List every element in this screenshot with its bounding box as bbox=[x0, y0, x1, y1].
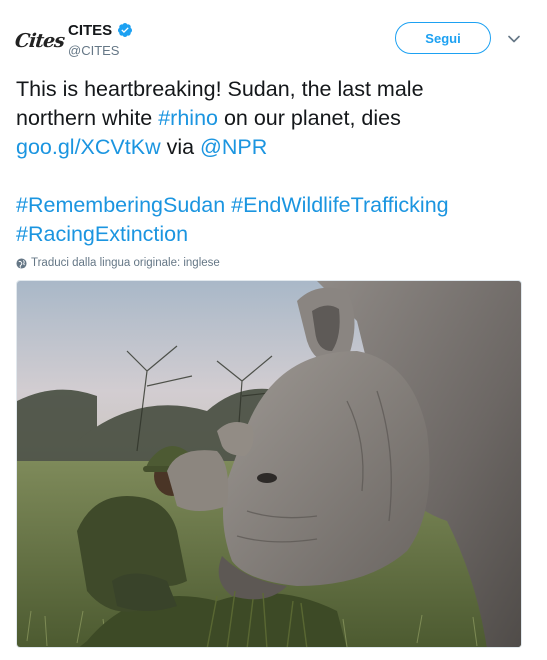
hashtag-end-wildlife-trafficking[interactable]: #EndWildlifeTrafficking bbox=[231, 193, 448, 217]
hashtag-rhino[interactable]: #rhino bbox=[158, 106, 218, 130]
tweet-line-3: goo.gl/XCVtKw via @NPR bbox=[16, 133, 531, 162]
mention-npr[interactable]: @NPR bbox=[200, 135, 267, 159]
user-block[interactable]: CITES @CITES bbox=[68, 20, 133, 58]
tweet-line-2: northern white #rhino on our planet, die… bbox=[16, 104, 531, 133]
follow-button[interactable]: Segui bbox=[395, 22, 491, 54]
hashtag-racing-extinction[interactable]: #RacingExtinction bbox=[16, 222, 188, 246]
avatar[interactable]: Cites bbox=[13, 18, 65, 64]
cites-logo: Cites bbox=[13, 30, 65, 52]
hashtag-remembering-sudan[interactable]: #RememberingSudan bbox=[16, 193, 225, 217]
tweet-line-4: #RememberingSudan #EndWildlifeTraffickin… bbox=[16, 191, 531, 220]
globe-icon bbox=[16, 257, 27, 269]
article-link[interactable]: goo.gl/XCVtKw bbox=[16, 135, 161, 159]
tweet-line-5: #RacingExtinction bbox=[16, 220, 531, 249]
translate-link[interactable]: Traduci dalla lingua originale: inglese bbox=[16, 257, 220, 269]
rhino-photo-illustration bbox=[17, 281, 521, 647]
tweet-line-2-pre: northern white bbox=[16, 106, 159, 130]
name-row: CITES bbox=[68, 20, 133, 40]
tweet-line-1-text: This is heartbreaking! Sudan, the last m… bbox=[16, 77, 424, 101]
more-options-button[interactable] bbox=[505, 30, 523, 48]
via-text: via bbox=[160, 135, 201, 159]
tweet-line-2-post: on our planet, dies bbox=[217, 106, 401, 130]
tweet-text: This is heartbreaking! Sudan, the last m… bbox=[16, 75, 531, 249]
tweet-header: Cites CITES @CITES Segui bbox=[0, 0, 547, 70]
translate-label: Traduci dalla lingua originale: inglese bbox=[31, 257, 220, 269]
tweet-line-1: This is heartbreaking! Sudan, the last m… bbox=[16, 75, 531, 104]
verified-badge-icon bbox=[118, 23, 133, 37]
chevron-down-icon bbox=[508, 35, 520, 43]
tweet-photo[interactable] bbox=[16, 280, 522, 648]
user-handle[interactable]: @CITES bbox=[68, 43, 133, 58]
display-name[interactable]: CITES bbox=[68, 22, 112, 39]
